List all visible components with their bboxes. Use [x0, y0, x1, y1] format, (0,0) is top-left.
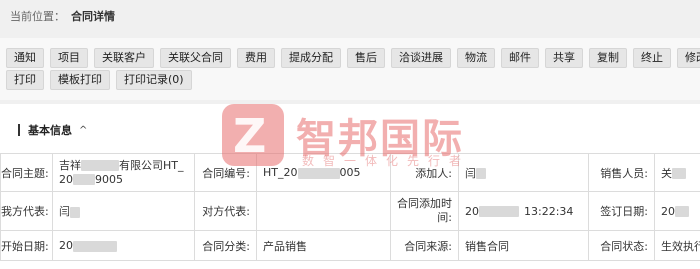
code-label: 合同编号:: [194, 153, 257, 192]
toolbar-button[interactable]: 提成分配: [281, 48, 341, 68]
section-header-basic-info[interactable]: 基本信息 ^: [18, 123, 87, 137]
subject-value-part: 有限公司HT_: [119, 158, 184, 172]
start-date-value-text: 20: [59, 239, 73, 252]
source-label: 合同来源:: [390, 230, 459, 261]
redaction-mask: [672, 168, 686, 179]
section-title: 基本信息: [28, 124, 72, 137]
category-label: 合同分类:: [194, 230, 257, 261]
their-rep-label: 对方代表:: [194, 191, 257, 231]
toolbar-row-2: 打印 模板打印 打印记录(0): [6, 70, 700, 90]
action-toolbar: 通知项目关联客户关联父合同费用提成分配售后洽谈进展物流邮件共享复制终止修改 打印…: [0, 38, 700, 100]
their-rep-value: [256, 191, 391, 231]
source-value: 销售合同: [458, 230, 589, 261]
toolbar-button[interactable]: 售后: [347, 48, 385, 68]
toolbar-button[interactable]: 洽谈进展: [391, 48, 451, 68]
toolbar-button[interactable]: 通知: [6, 48, 44, 68]
add-time-value: 20 13:22:34: [458, 191, 589, 231]
redaction-mask: [675, 206, 689, 217]
sign-date-label: 签订日期:: [588, 191, 655, 231]
detail-panel: 基本信息 ^ 合同主题: 吉祥 有限公司HT_ 20 9005 合同编号: HT_20…: [0, 104, 700, 269]
table-row: 我方代表: 闫 对方代表: 合同添加时间: 20 13:22:34 签订日期: 2…: [0, 191, 700, 231]
start-date-value: 20: [52, 230, 195, 261]
toolbar-button[interactable]: 物流: [457, 48, 495, 68]
page-title: 合同详情: [71, 10, 115, 23]
redaction-mask: [479, 206, 519, 217]
basic-info-table: 合同主题: 吉祥 有限公司HT_ 20 9005 合同编号: HT_20 005 添加人…: [0, 153, 700, 261]
status-value: 生效执行: [654, 230, 700, 261]
toolbar-button[interactable]: 关联父合同: [160, 48, 231, 68]
toolbar-button[interactable]: 邮件: [501, 48, 539, 68]
redaction-mask: [73, 240, 117, 252]
toolbar-button[interactable]: 打印记录(0): [116, 70, 192, 90]
redaction-mask: [70, 206, 80, 218]
toolbar-button[interactable]: 打印: [6, 70, 44, 90]
code-value: HT_20 005: [256, 153, 391, 192]
section-marker: [18, 124, 20, 136]
toolbar-button[interactable]: 模板打印: [50, 70, 110, 90]
subject-value: 吉祥 有限公司HT_ 20 9005: [52, 153, 195, 192]
adder-value: 闫: [458, 153, 589, 192]
redaction-mask: [297, 167, 340, 179]
sales-value-text: 关: [661, 166, 672, 180]
toolbar-button[interactable]: 修改: [677, 48, 700, 68]
adder-value-text: 闫: [465, 166, 476, 180]
add-time-value-part: 20: [465, 204, 479, 218]
breadcrumb: 当前位置： 合同详情: [0, 0, 700, 32]
toolbar-button[interactable]: 复制: [589, 48, 627, 68]
toolbar-button[interactable]: 项目: [50, 48, 88, 68]
our-rep-label: 我方代表:: [0, 191, 53, 231]
category-value: 产品销售: [256, 230, 391, 261]
our-rep-value: 闫: [52, 191, 195, 231]
adder-label: 添加人:: [390, 153, 459, 192]
table-row: 开始日期: 20 合同分类: 产品销售 合同来源: 销售合同 合同状态: 生效执…: [0, 230, 700, 261]
sign-date-value-text: 20: [661, 204, 675, 218]
breadcrumb-label: 当前位置：: [10, 10, 65, 23]
add-time-value-part: 13:22:34: [524, 204, 574, 218]
status-label: 合同状态:: [588, 230, 655, 261]
subject-value-part: 20: [59, 172, 73, 186]
toolbar-button[interactable]: 终止: [633, 48, 671, 68]
toolbar-row-1: 通知项目关联客户关联父合同费用提成分配售后洽谈进展物流邮件共享复制终止修改: [6, 48, 700, 68]
toolbar-button[interactable]: 共享: [545, 48, 583, 68]
sales-value: 关: [654, 153, 700, 192]
toolbar-button[interactable]: 关联客户: [94, 48, 154, 68]
subject-value-part: 吉祥: [59, 158, 81, 172]
chevron-up-icon[interactable]: ^: [79, 125, 87, 136]
code-value-part: HT_20: [263, 166, 298, 179]
sales-label: 销售人员:: [588, 153, 655, 192]
our-rep-value-text: 闫: [59, 205, 70, 218]
table-row: 合同主题: 吉祥 有限公司HT_ 20 9005 合同编号: HT_20 005 添加人…: [0, 153, 700, 192]
redaction-mask: [73, 174, 95, 185]
start-date-label: 开始日期:: [0, 230, 53, 261]
redaction-mask: [476, 168, 486, 179]
redaction-mask: [81, 160, 119, 171]
code-value-part: 005: [339, 166, 361, 179]
toolbar-button[interactable]: 费用: [237, 48, 275, 68]
sign-date-value: 20: [654, 191, 700, 231]
subject-label: 合同主题:: [0, 153, 53, 192]
add-time-label: 合同添加时间:: [390, 191, 459, 231]
subject-value-part: 9005: [95, 172, 123, 186]
